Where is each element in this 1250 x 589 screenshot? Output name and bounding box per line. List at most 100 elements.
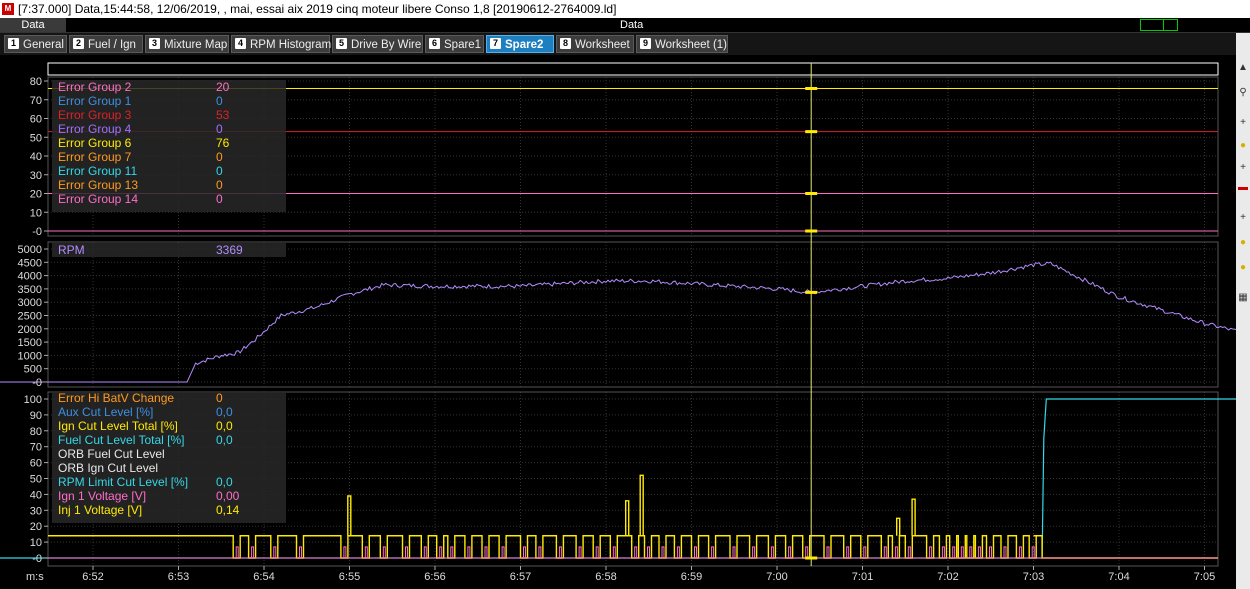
cursor-marker [805, 229, 818, 233]
legend-item-value: 0,0 [216, 405, 233, 419]
data-bar: Data Data [0, 18, 1250, 33]
tab-spare1[interactable]: 6 Spare1 [425, 35, 484, 53]
legend-item-name: ORB Fuel Cut Level [58, 447, 165, 461]
legend-item-name: Error Group 13 [58, 178, 139, 192]
legend-item-value: 0,0 [216, 433, 233, 447]
legend-rpm: RPM 3369 [52, 243, 286, 257]
tab-number: 9 [640, 38, 651, 50]
y-tick-label: 50 [30, 474, 42, 486]
tab-fuel-ign[interactable]: 2 Fuel / Ign [69, 35, 143, 53]
y-tick-label: 4000 [18, 271, 42, 283]
legend-item-name: ORB Ign Cut Level [58, 461, 159, 475]
y-tick-label: 70 [30, 442, 42, 454]
legend-item-value: 0 [216, 192, 223, 206]
legend-item-value: 76 [216, 136, 230, 150]
legend-item-value: 3369 [216, 243, 243, 257]
y-tick-label: 3500 [18, 284, 42, 296]
remove-icon[interactable]: ▬ [1238, 183, 1248, 193]
tab-number: 1 [8, 38, 19, 50]
legend-item-name: Error Group 4 [58, 122, 132, 136]
tab-spare2[interactable]: 7 Spare2 [486, 35, 554, 53]
data-tab[interactable]: Data [0, 18, 66, 32]
legend-item-value: 0,14 [216, 503, 240, 517]
y-tick-label: 20 [30, 521, 42, 533]
x-tick-label: 7:01 [852, 571, 873, 583]
legend-item-name: Error Group 11 [58, 164, 138, 178]
marker-icon[interactable]: ● [1238, 263, 1248, 273]
legend-cut-levels: Error Hi BatV Change 0 Aux Cut Level [%] 0,… [52, 391, 286, 523]
y-tick-label: 80 [30, 76, 42, 88]
series-line-rpm [0, 261, 1236, 383]
legend-item-name: Error Group 7 [58, 150, 132, 164]
legend-item-name: Error Group 1 [58, 94, 132, 108]
tab-number: 5 [336, 38, 347, 50]
add-icon[interactable]: + [1238, 118, 1248, 128]
tab-general[interactable]: 1 General [4, 35, 67, 53]
tab-label: Mixture Map [164, 39, 228, 51]
tab-worksheet-1[interactable]: 9 Worksheet (1) [636, 35, 728, 53]
right-toolbar: ▲ ⚲ + ● + ▬ + ● ● ▦ [1236, 33, 1250, 589]
legend-item-value: 20 [216, 80, 230, 94]
legend-item-name: Error Group 2 [58, 80, 132, 94]
y-tick-label: 30 [30, 170, 42, 182]
y-tick-label: 10 [30, 537, 42, 549]
legend-item-name: Error Group 14 [58, 192, 139, 206]
x-axis-unit: m:s [26, 571, 44, 583]
y-tick-label: 2000 [18, 324, 42, 336]
legend-item-name: Fuel Cut Level Total [%] [58, 433, 185, 447]
marker-icon[interactable]: ● [1238, 238, 1248, 248]
cursor-marker [805, 130, 818, 134]
tab-label: Drive By Wire [351, 39, 422, 51]
tab-number: 3 [149, 38, 160, 50]
overview-box-left[interactable] [1140, 19, 1164, 31]
legend-item-value: 0 [216, 178, 223, 192]
tab-label: RPM Histogram [250, 39, 332, 51]
y-tick-label: 100 [24, 394, 42, 406]
legend-errors: Error Group 2 20 Error Group 1 0 Error Group… [52, 80, 286, 212]
legend-item-name: Error Hi BatV Change [58, 391, 175, 405]
cursor-marker [805, 556, 818, 560]
scroll-up-icon[interactable]: ▲ [1238, 63, 1248, 73]
add-icon[interactable]: + [1238, 163, 1248, 173]
y-tick-label: 30 [30, 505, 42, 517]
legend-item-name: Ign Cut Level Total [%] [58, 419, 178, 433]
add-icon[interactable]: + [1238, 213, 1248, 223]
tab-mixture-map[interactable]: 3 Mixture Map [145, 35, 229, 53]
tab-number: 4 [235, 38, 246, 50]
cursor-marker [805, 87, 818, 90]
grid-icon[interactable]: ▦ [1238, 293, 1248, 303]
tab-label: Worksheet (1) [655, 39, 728, 51]
x-tick-label: 6:53 [168, 571, 189, 583]
y-tick-label: 40 [30, 151, 42, 163]
legend-item-name: Error Group 3 [58, 108, 132, 122]
legend-item-name: Aux Cut Level [%] [58, 405, 154, 419]
y-tick-label: -0 [32, 226, 42, 238]
x-tick-label: 6:58 [595, 571, 616, 583]
y-tick-label: 60 [30, 114, 42, 126]
y-tick-label: 3000 [18, 297, 42, 309]
legend-item-value: 0 [216, 164, 223, 178]
y-tick-label: 80 [30, 426, 42, 438]
tab-drive-by-wire[interactable]: 5 Drive By Wire [332, 35, 423, 53]
zoom-icon[interactable]: ⚲ [1238, 88, 1248, 98]
y-tick-label: 4500 [18, 257, 42, 269]
x-tick-label: 7:03 [1023, 571, 1044, 583]
tab-rpm-histogram[interactable]: 4 RPM Histogram [231, 35, 332, 53]
y-tick-label: 5000 [18, 244, 42, 256]
x-tick-label: 6:55 [339, 571, 360, 583]
window-title: [7:37.000] Data,15:44:58, 12/06/2019, , … [18, 2, 617, 16]
tab-label: Spare2 [505, 39, 544, 51]
x-tick-label: 6:57 [510, 571, 531, 583]
y-tick-label: 20 [30, 189, 42, 201]
title-bar: M [7:37.000] Data,15:44:58, 12/06/2019, … [0, 0, 1250, 18]
worksheet-tabs: 1 General 2 Fuel / Ign 3 Mixture Map 4 RPM Hist… [0, 33, 1250, 55]
overview-box-right[interactable] [1163, 19, 1178, 31]
legend-item-name: Error Group 6 [58, 136, 132, 150]
tab-worksheet[interactable]: 8 Worksheet [556, 35, 634, 53]
x-tick-label: 6:59 [681, 571, 702, 583]
marker-icon[interactable]: ● [1238, 141, 1248, 151]
y-tick-label: 500 [24, 364, 42, 376]
tab-label: General [23, 39, 64, 51]
app-icon: M [2, 3, 14, 15]
y-tick-label: 90 [30, 410, 42, 422]
